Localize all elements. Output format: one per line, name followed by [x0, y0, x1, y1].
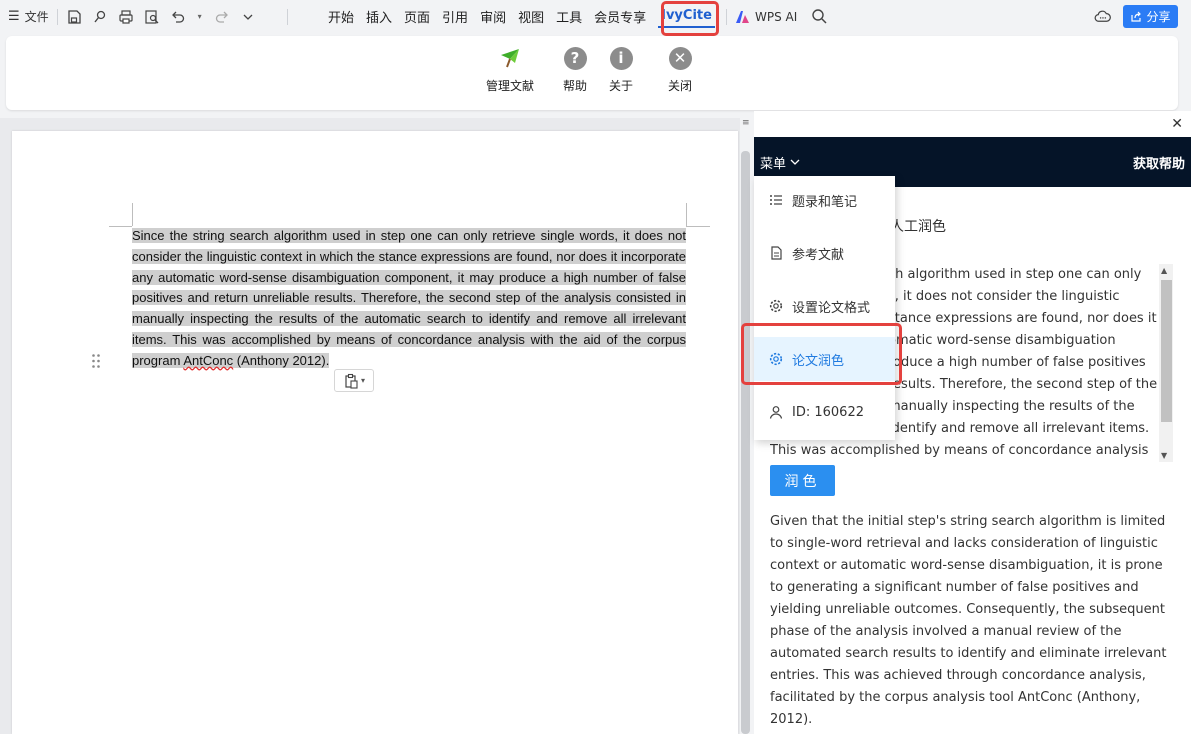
spellcheck-word: AntConc	[183, 352, 234, 368]
menu-item-references[interactable]: 参考文献	[754, 231, 895, 275]
find-replace-icon[interactable]	[92, 9, 108, 25]
margin-guide	[686, 226, 710, 227]
ivycite-tab-highlight	[661, 1, 719, 36]
divider	[56, 8, 58, 25]
more-chevron-icon[interactable]	[240, 9, 256, 25]
search-icon[interactable]	[811, 8, 827, 24]
wps-ai-icon	[736, 10, 749, 23]
menu-item-user-id: ID: 160622	[754, 390, 895, 434]
panel-close-icon[interactable]: ✕	[1171, 116, 1183, 132]
close-label: 关闭	[668, 79, 693, 93]
tab-page[interactable]: 页面	[404, 7, 430, 26]
menu-item-items-notes[interactable]: 题录和笔记	[754, 178, 895, 222]
close-button[interactable]: ✕ 关闭	[668, 46, 692, 94]
print-icon[interactable]	[118, 9, 134, 25]
ivycite-ribbon: 管理文献 ? 帮助 i 关于 ✕ 关闭	[6, 36, 1178, 110]
selected-text: Since the string search algorithm used i…	[132, 228, 686, 368]
get-help-link[interactable]: 获取帮助	[1133, 153, 1191, 172]
print-preview-icon[interactable]	[144, 9, 160, 25]
chevron-down-icon[interactable]: ▾	[196, 9, 204, 25]
share-icon	[1131, 11, 1142, 22]
panel-menu-dropdown: 题录和笔记 参考文献 设置论文格式 论文润色 ID: 160622	[754, 176, 895, 440]
tab-tools[interactable]: 工具	[556, 7, 582, 26]
paste-options-button[interactable]: ▾	[334, 369, 374, 392]
help-label: 帮助	[563, 79, 588, 93]
file-menu-label: 文件	[24, 10, 49, 24]
document-page[interactable]: Since the string search algorithm used i…	[12, 131, 738, 734]
about-button[interactable]: i 关于	[609, 46, 633, 94]
ivycite-logo-icon	[498, 46, 522, 70]
user-icon	[769, 406, 783, 419]
scrollbar-thumb[interactable]	[1161, 280, 1172, 422]
menu-item-label: 设置论文格式	[792, 300, 871, 316]
clipboard-icon	[345, 373, 358, 389]
panel-menu-label: 菜单	[760, 156, 787, 172]
margin-guide	[109, 226, 132, 227]
section-title: 人工润色	[890, 219, 946, 235]
top-menu-bar: ☰ 文件 ▾ 开始 插入 页面 引用 审阅 视图 工具 会员专享 IvyCite…	[0, 0, 1191, 33]
help-button[interactable]: ? 帮助	[563, 46, 587, 94]
close-icon: ✕	[668, 46, 692, 70]
hamburger-icon: ☰	[8, 9, 20, 24]
manage-references-button[interactable]: 管理文献	[486, 46, 534, 94]
save-icon[interactable]	[66, 9, 82, 25]
menu-item-label: 参考文献	[792, 247, 845, 263]
tab-member[interactable]: 会员专享	[594, 7, 646, 26]
scrollbar-thumb[interactable]	[741, 151, 750, 734]
margin-guide	[686, 203, 687, 226]
quick-access-toolbar: ▾	[66, 9, 256, 25]
tab-home[interactable]: 开始	[328, 7, 354, 26]
polish-menu-highlight	[741, 323, 902, 385]
divider	[287, 8, 288, 25]
tab-references[interactable]: 引用	[442, 7, 468, 26]
wps-ai-label: WPS AI	[755, 9, 798, 24]
menu-item-paper-format[interactable]: 设置论文格式	[754, 284, 895, 328]
source-line: This was accomplished by means of concor…	[770, 443, 1149, 458]
document-icon	[771, 246, 782, 260]
margin-guide	[132, 203, 133, 226]
divider	[726, 8, 727, 25]
list-icon	[770, 195, 782, 205]
scroll-up-icon[interactable]: ▲	[1161, 266, 1167, 275]
user-id-label: ID: 160622	[792, 404, 864, 420]
selected-text-end: (Anthony 2012).	[233, 352, 330, 368]
redo-icon[interactable]	[214, 9, 230, 25]
cloud-icon[interactable]	[1094, 8, 1111, 25]
wps-ai-button[interactable]: WPS AI	[735, 0, 797, 33]
share-button[interactable]: 分享	[1123, 5, 1178, 28]
about-label: 关于	[609, 79, 634, 93]
panel-menu-toggle[interactable]: 菜单	[760, 153, 800, 172]
scroll-down-icon[interactable]: ▼	[1161, 451, 1167, 460]
chevron-down-icon	[790, 159, 800, 165]
document-paragraph[interactable]: Since the string search algorithm used i…	[132, 226, 686, 372]
chevron-down-icon: ▾	[360, 376, 365, 385]
scroll-split-icon[interactable]: ≡	[742, 118, 750, 128]
drag-handle-icon[interactable]	[91, 353, 101, 369]
undo-icon[interactable]	[170, 9, 186, 25]
manage-references-label: 管理文献	[486, 79, 535, 93]
tab-insert[interactable]: 插入	[366, 7, 392, 26]
tab-review[interactable]: 审阅	[480, 7, 506, 26]
info-icon: i	[609, 46, 633, 70]
polish-button[interactable]: 润色	[770, 465, 835, 496]
tab-view[interactable]: 视图	[518, 7, 544, 26]
gear-icon	[769, 299, 783, 313]
help-icon: ?	[563, 46, 587, 70]
polished-result-text: Given that the initial step's string sea…	[770, 514, 1167, 727]
file-menu[interactable]: ☰ 文件	[8, 8, 49, 25]
menu-item-label: 题录和笔记	[792, 194, 858, 210]
share-label: 分享	[1146, 10, 1171, 24]
source-scrollbar[interactable]: ▲ ▼	[1159, 264, 1173, 462]
document-scrollbar[interactable]: ≡	[740, 118, 753, 734]
document-canvas: Since the string search algorithm used i…	[0, 118, 753, 734]
